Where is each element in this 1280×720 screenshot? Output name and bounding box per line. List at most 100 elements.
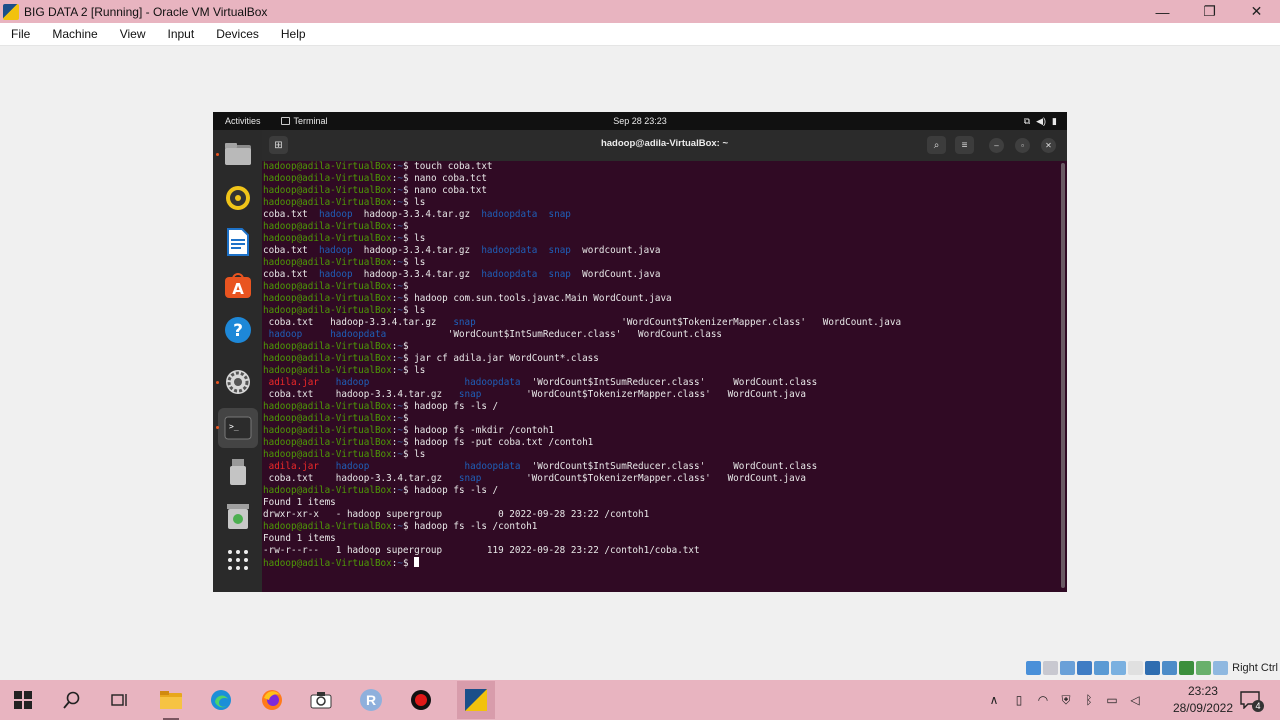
terminal-text: $ — [402, 221, 409, 232]
terminal-text: $ hadoop fs -put coba.txt /contoh1 — [402, 437, 594, 448]
network-adapter-icon[interactable] — [1077, 661, 1093, 675]
menu-file[interactable]: File — [0, 27, 41, 41]
taskbar-clock[interactable]: 23:23 28/09/2022 — [1173, 683, 1233, 717]
menu-machine[interactable]: Machine — [41, 27, 108, 41]
terminal-cursor — [414, 557, 420, 567]
terminal-text: coba.txt — [263, 245, 319, 256]
hamburger-menu-button[interactable]: ≡ — [955, 136, 974, 154]
terminal-line: coba.txt hadoop hadoop-3.3.4.tar.gz hado… — [263, 245, 1059, 257]
terminal-text: $ ls — [402, 449, 426, 460]
terminal-line: hadoop@adila-VirtualBox:~$ — [263, 341, 1059, 353]
audio-icon[interactable] — [1060, 661, 1076, 675]
menu-devices[interactable]: Devices — [205, 27, 270, 41]
terminal-icon[interactable]: >_ — [218, 408, 258, 448]
hard-disk-icon[interactable] — [1026, 661, 1042, 675]
security-icon[interactable]: ⛨ — [1058, 692, 1074, 708]
show-apps-icon[interactable] — [222, 544, 254, 576]
ubuntu-software-icon[interactable]: A — [222, 270, 254, 302]
camera-icon[interactable] — [307, 686, 335, 714]
keyboard-icon[interactable] — [1213, 661, 1229, 675]
files-icon[interactable] — [222, 138, 254, 170]
usb-drive-icon[interactable] — [222, 456, 254, 488]
windows-start-icon[interactable] — [9, 686, 37, 714]
terminal-line: adila.jar hadoop hadoopdata 'WordCount$I… — [263, 461, 1059, 473]
terminal-minimize-button[interactable]: – — [989, 138, 1004, 153]
activities-button[interactable]: Activities — [225, 116, 261, 126]
vm-screen[interactable]: Activities Terminal Sep 28 23:23 ⧉ ◀) ▮ … — [213, 112, 1067, 592]
prompt-user: hadoop@adila-VirtualBox — [263, 353, 392, 364]
terminal-text: $ ls — [402, 197, 426, 208]
wifi-icon[interactable]: ◠ — [1035, 692, 1051, 708]
shared-folders-icon[interactable] — [1111, 661, 1127, 675]
libreoffice-writer-icon[interactable] — [222, 226, 254, 258]
directory-entry: snap — [458, 389, 482, 400]
terminal-header-bar: ⊞ hadoop@adila-VirtualBox: ~ ⌕ ≡ – ▫ ✕ — [262, 130, 1067, 161]
help-icon[interactable]: ? — [222, 314, 254, 346]
terminal-text: drwxr-xr-x - hadoop supergroup 0 2022-09… — [263, 509, 650, 520]
terminal-output[interactable]: hadoop@adila-VirtualBox:~$ touch coba.tx… — [262, 161, 1059, 592]
firefox-icon[interactable] — [258, 686, 286, 714]
record-icon[interactable] — [407, 686, 435, 714]
optical-drive-icon[interactable] — [1043, 661, 1059, 675]
vt-x-icon[interactable] — [1179, 661, 1195, 675]
terminal-close-button[interactable]: ✕ — [1041, 138, 1056, 153]
menu-input[interactable]: Input — [157, 27, 206, 41]
terminal-scrollbar[interactable] — [1061, 163, 1065, 588]
usb-icon[interactable] — [1094, 661, 1110, 675]
close-button[interactable]: ✕ — [1233, 0, 1280, 23]
directory-entry: snap — [453, 317, 476, 328]
display-icon[interactable] — [1128, 661, 1144, 675]
guest-system-tray[interactable]: ⧉ ◀) ▮ — [1024, 116, 1057, 127]
windows-taskbar: R ∧ ▯ ◠ ⛨ ᛒ ▭ ◁ 23:23 28/09/2022 4 — [0, 680, 1280, 720]
minimize-button[interactable]: — — [1139, 0, 1186, 23]
cpu-icon[interactable] — [1162, 661, 1178, 675]
file-explorer-icon[interactable] — [157, 686, 185, 714]
terminal-line: hadoop@adila-VirtualBox:~$ ls — [263, 257, 1059, 269]
r-app-letter: R — [365, 692, 377, 708]
show-hidden-icons-icon[interactable]: ∧ — [986, 692, 1002, 708]
r-app-icon[interactable]: R — [357, 686, 385, 714]
prompt-user: hadoop@adila-VirtualBox — [263, 521, 392, 532]
rhythmbox-icon[interactable] — [222, 182, 254, 214]
terminal-text: coba.txt hadoop-3.3.4.tar.gz — [263, 317, 454, 328]
trash-icon[interactable] — [222, 500, 254, 532]
guest-clock[interactable]: Sep 28 23:23 — [613, 116, 667, 126]
terminal-line: adila.jar hadoop hadoopdata 'WordCount$I… — [263, 377, 1059, 389]
terminal-line: hadoop@adila-VirtualBox:~$ hadoop fs -mk… — [263, 425, 1059, 437]
search-icon[interactable] — [58, 686, 86, 714]
prompt-user: hadoop@adila-VirtualBox — [263, 221, 392, 232]
terminal-text: hadoop-3.3.4.tar.gz — [352, 245, 482, 256]
terminal-line: hadoop@adila-VirtualBox:~$ touch coba.tx… — [263, 161, 1059, 173]
menu-view[interactable]: View — [109, 27, 157, 41]
battery-icon[interactable]: ▭ — [1104, 692, 1120, 708]
terminal-window[interactable]: ⊞ hadoop@adila-VirtualBox: ~ ⌕ ≡ – ▫ ✕ h… — [262, 130, 1067, 592]
task-view-icon[interactable] — [106, 686, 134, 714]
edge-icon[interactable] — [207, 686, 235, 714]
terminal-title: hadoop@adila-VirtualBox: ~ — [600, 138, 729, 149]
device-icon[interactable]: ▯ — [1011, 692, 1027, 708]
terminal-text: hadoop-3.3.4.tar.gz — [352, 209, 482, 220]
menu-help[interactable]: Help — [270, 27, 317, 41]
bluetooth-icon[interactable]: ᛒ — [1081, 692, 1097, 708]
terminal-text: $ — [402, 413, 409, 424]
terminal-line: hadoop@adila-VirtualBox:~$ hadoop fs -ls… — [263, 521, 1059, 533]
terminal-text: $ hadoop fs -ls / — [402, 485, 499, 496]
directory-entry: snap — [548, 245, 571, 256]
settings-icon[interactable] — [222, 366, 254, 398]
terminal-maximize-button[interactable]: ▫ — [1015, 138, 1030, 153]
search-button[interactable]: ⌕ — [927, 136, 946, 154]
host-key-label: Right Ctrl — [1232, 662, 1278, 674]
terminal-text: coba.txt — [263, 209, 319, 220]
maximize-button[interactable]: ❐ — [1186, 0, 1233, 23]
virtualbox-taskbar-icon[interactable] — [457, 681, 495, 719]
terminal-text: 'WordCount$IntSumReducer.class' WordCoun… — [520, 377, 818, 388]
terminal-line: hadoop@adila-VirtualBox:~$ ls — [263, 449, 1059, 461]
notifications-icon[interactable]: 4 — [1236, 686, 1264, 714]
volume-icon[interactable]: ◁ — [1127, 692, 1143, 708]
battery-icon: ▮ — [1052, 115, 1057, 126]
app-menu[interactable]: Terminal — [280, 116, 328, 126]
recording-icon[interactable] — [1145, 661, 1161, 675]
mouse-integration-icon[interactable] — [1196, 661, 1212, 675]
running-indicator — [216, 426, 219, 429]
